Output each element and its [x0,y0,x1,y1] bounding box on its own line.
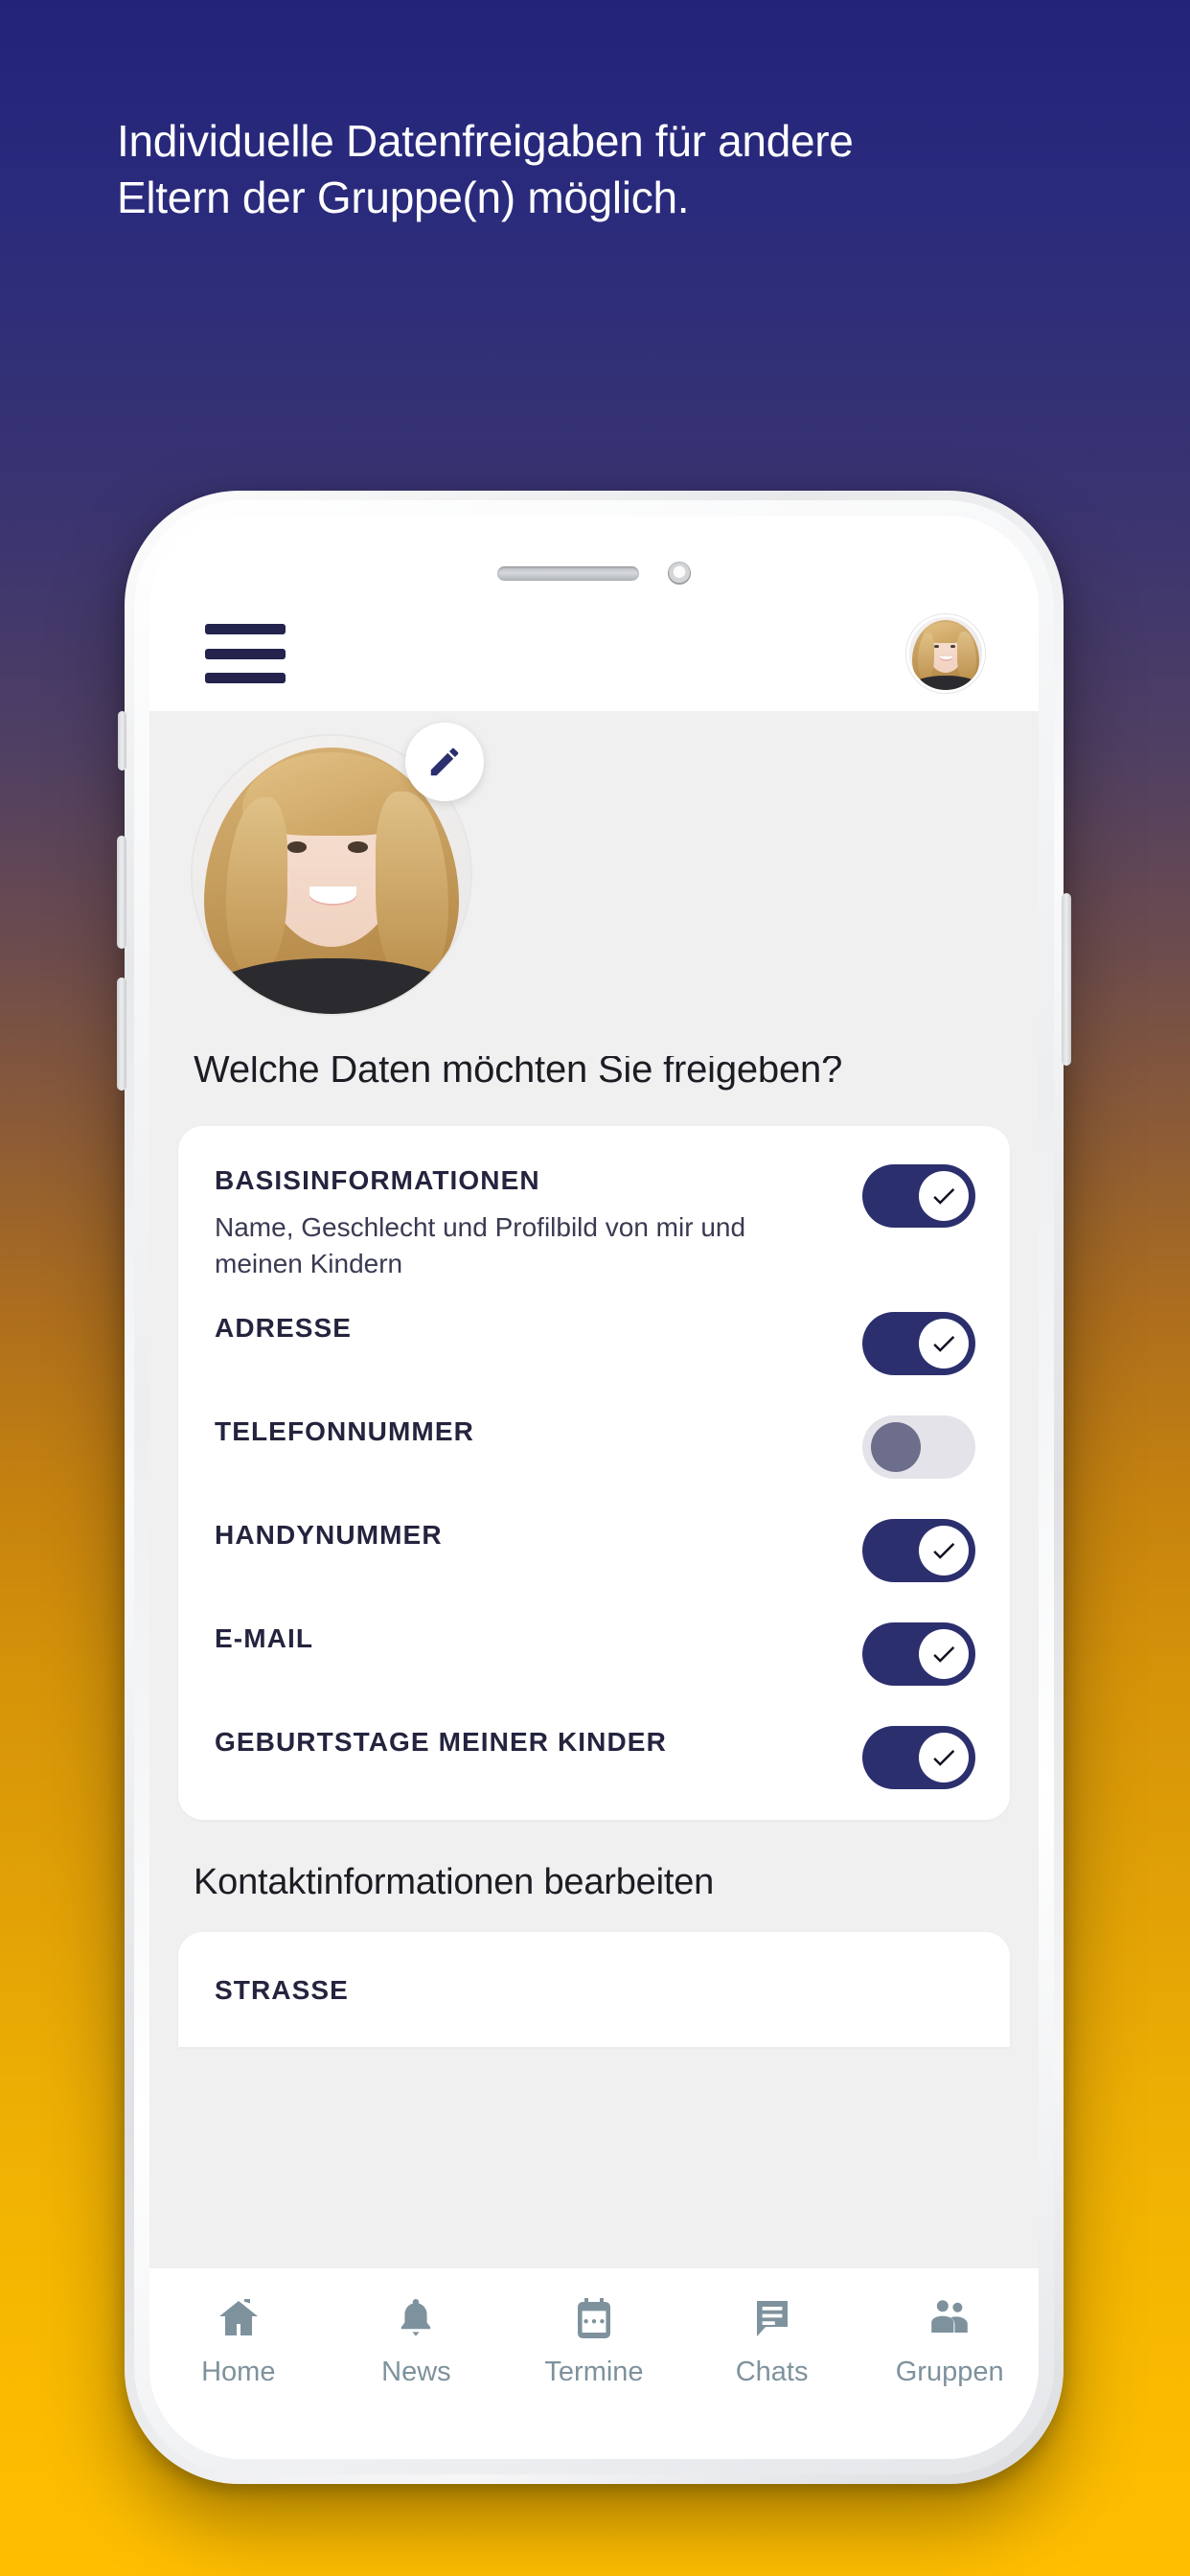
header-avatar[interactable] [906,614,985,693]
permission-title: BASISINFORMATIONEN [215,1165,540,1195]
nav-label: Home [201,2357,276,2387]
permission-title: E-MAIL [215,1623,314,1654]
group-people-icon [931,2300,968,2333]
avatar-image [909,617,982,690]
permission-title: GEBURTSTAGE MEINER KINDER [215,1727,667,1758]
permission-text: BASISINFORMATIONEN Name, Geschlecht und … [215,1162,862,1281]
hamburger-menu-icon[interactable] [205,624,286,683]
permission-text: E-MAIL [215,1621,862,1654]
nav-item-home[interactable]: Home [158,2295,318,2388]
permission-toggle-basisinformationen[interactable] [862,1164,975,1228]
app-header [149,596,1039,711]
hamburger-bar [205,648,286,659]
hamburger-bar [205,673,286,683]
permission-toggle-email[interactable] [862,1622,975,1687]
toggle-knob [919,1733,969,1783]
phone-mockup: Welche Daten möchten Sie freigeben? BASI… [117,491,1071,2484]
home-icon [218,2299,258,2335]
phone-screen: Welche Daten möchten Sie freigeben? BASI… [149,516,1039,2459]
speaker-grille-icon [497,565,639,581]
nav-item-termine[interactable]: Termine [514,2295,674,2388]
toggle-knob [919,1319,969,1369]
contact-info-card: STRASSE [178,1932,1010,2048]
check-icon [933,1750,955,1767]
permission-row-handynummer[interactable]: HANDYNUMMER [178,1488,1010,1592]
nav-label: Gruppen [895,2357,1004,2387]
front-camera-icon [668,562,691,585]
check-icon [933,1336,955,1353]
permission-title: HANDYNUMMER [215,1520,443,1551]
permission-toggle-telefonnummer[interactable] [862,1415,975,1480]
contact-field-label: STRASSE [215,1975,349,2006]
chat-bubble-icon [756,2301,788,2336]
phone-silent-switch [118,711,126,770]
permission-text: GEBURTSTAGE MEINER KINDER [215,1724,862,1758]
phone-power-button [1062,893,1071,1066]
nav-item-chats[interactable]: Chats [692,2295,852,2388]
bottom-navigation-bar: Home News Termine Chats Gruppen [149,2267,1039,2459]
profile-section [149,711,1039,1056]
nav-item-news[interactable]: News [336,2295,496,2388]
permissions-card: BASISINFORMATIONEN Name, Geschlecht und … [178,1126,1010,1821]
promo-headline-line-2: Eltern der Gruppe(n) möglich. [117,172,690,222]
contact-field-text: STRASSE [215,1972,975,2006]
permission-text: ADRESSE [215,1310,862,1344]
edit-profile-button[interactable] [405,723,484,801]
permission-toggle-geburtstage[interactable] [862,1726,975,1790]
permission-toggle-adresse[interactable] [862,1312,975,1376]
permission-text: TELEFONNUMMER [215,1414,862,1447]
nav-item-gruppen[interactable]: Gruppen [870,2295,1030,2388]
contact-field-strasse[interactable]: STRASSE [178,1940,1010,2016]
hamburger-bar [205,624,286,634]
permission-toggle-handynummer[interactable] [862,1519,975,1583]
nav-label: News [381,2357,451,2387]
toggle-knob [871,1422,921,1473]
toggle-knob [919,1526,969,1576]
permission-title: TELEFONNUMMER [215,1416,474,1447]
permission-row-basisinformationen[interactable]: BASISINFORMATIONEN Name, Geschlecht und … [178,1134,1010,1281]
permission-title: ADRESSE [215,1313,353,1344]
check-icon [933,1543,955,1560]
promo-headline: Individuelle Datenfreigaben für andere E… [117,113,1085,226]
permission-row-email[interactable]: E-MAIL [178,1592,1010,1695]
pencil-edit-icon [430,748,459,776]
permission-subtitle: Name, Geschlecht und Profilbild von mir … [215,1211,746,1278]
bell-icon [401,2299,431,2336]
promo-headline-line-1: Individuelle Datenfreigaben für andere [117,116,854,166]
nav-label: Termine [544,2357,644,2387]
toggle-knob [919,1629,969,1680]
permission-text: HANDYNUMMER [215,1517,862,1551]
app-content: Welche Daten möchten Sie freigeben? BASI… [149,711,1039,2267]
phone-volume-up-button [117,836,126,949]
toggle-knob [919,1171,969,1221]
permission-row-geburtstage[interactable]: GEBURTSTAGE MEINER KINDER [178,1695,1010,1799]
phone-volume-down-button [117,978,126,1091]
check-icon [933,1646,955,1664]
permission-row-telefonnummer[interactable]: TELEFONNUMMER [178,1385,1010,1488]
calendar-icon [577,2298,610,2338]
permission-row-adresse[interactable]: ADRESSE [178,1281,1010,1385]
contact-section-title: Kontaktinformationen bearbeiten [194,1862,715,1903]
nav-label: Chats [735,2357,809,2387]
check-icon [933,1188,955,1205]
